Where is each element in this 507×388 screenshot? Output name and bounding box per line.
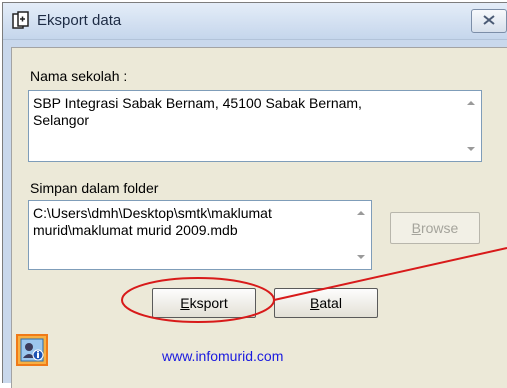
scroll-down-icon[interactable]: [357, 255, 365, 259]
save-folder-field[interactable]: C:\Users\dmh\Desktop\smtk\maklumat murid\…: [28, 200, 372, 270]
save-folder-label: Simpan dalam folder: [30, 180, 159, 196]
window-title: Eksport data: [37, 12, 122, 29]
database-export-icon: [11, 11, 31, 31]
close-icon: [483, 14, 495, 29]
title-bar[interactable]: Eksport data: [3, 3, 507, 40]
cancel-button[interactable]: Batal: [274, 288, 378, 318]
school-name-field[interactable]: SBP Integrasi Sabak Bernam, 45100 Sabak …: [28, 90, 482, 162]
website-link[interactable]: www.infomurid.com: [162, 348, 283, 364]
save-folder-value: C:\Users\dmh\Desktop\smtk\maklumat murid\…: [33, 205, 272, 238]
school-name-value: SBP Integrasi Sabak Bernam, 45100 Sabak …: [33, 95, 362, 128]
export-button[interactable]: Eksport: [152, 288, 256, 318]
scroll-up-icon[interactable]: [467, 101, 475, 105]
browse-button[interactable]: Browse: [390, 212, 480, 244]
school-name-scrollbar[interactable]: [463, 91, 481, 161]
scroll-up-icon[interactable]: [357, 211, 365, 215]
user-info-badge-icon: [16, 334, 48, 366]
scroll-down-icon[interactable]: [467, 147, 475, 151]
dialog-window: Eksport data Nama sekolah : SBP Integras…: [2, 2, 507, 388]
save-folder-scrollbar[interactable]: [353, 201, 371, 269]
dialog-client-area: Nama sekolah : SBP Integrasi Sabak Berna…: [11, 47, 507, 388]
school-name-label: Nama sekolah :: [30, 68, 128, 84]
close-button[interactable]: [471, 9, 507, 33]
